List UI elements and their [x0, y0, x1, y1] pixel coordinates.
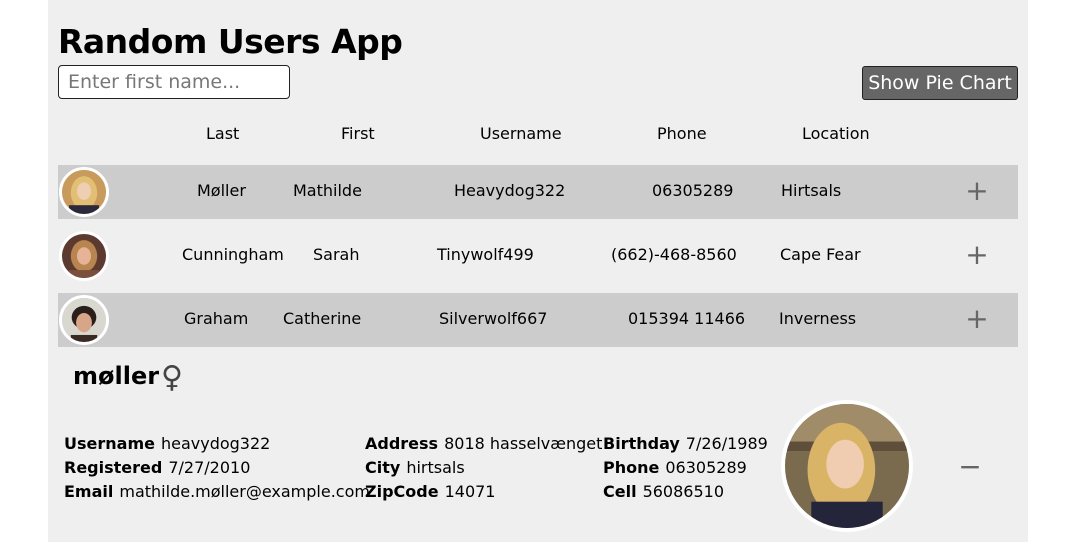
- detail-value: 56086510: [642, 482, 724, 501]
- expand-icon[interactable]: +: [962, 240, 992, 270]
- detail-birthday: Birthday 7/26/1989: [603, 434, 768, 453]
- app-panel: Random Users App Show Pie Chart Last Fir…: [48, 0, 1028, 542]
- page-title: Random Users App: [58, 22, 403, 61]
- table-row[interactable]: Cunningham Sarah Tinywolf499 (662)-468-8…: [58, 229, 1018, 283]
- detail-value: 8018 hasselvænget: [444, 434, 603, 453]
- cell-last: Cunningham: [182, 245, 284, 264]
- detail-label: Registered: [64, 458, 163, 477]
- avatar: [59, 295, 109, 345]
- detail-city: City hirtsals: [365, 458, 465, 477]
- detail-value: 14071: [444, 482, 496, 501]
- female-icon: ♀: [161, 360, 183, 395]
- detail-label: Phone: [603, 458, 660, 477]
- detail-phone: Phone 06305289: [603, 458, 747, 477]
- cell-location: Hirtsals: [781, 181, 842, 200]
- detail-name: møller: [73, 362, 160, 390]
- collapse-icon[interactable]: −: [956, 452, 984, 482]
- cell-first: Sarah: [313, 245, 360, 264]
- detail-username: Username heavydog322: [64, 434, 270, 453]
- avatar: [59, 167, 109, 217]
- avatar: [59, 231, 109, 281]
- header-location: Location: [802, 124, 870, 143]
- detail-value: 7/26/1989: [685, 434, 768, 453]
- cell-location: Cape Fear: [780, 245, 861, 264]
- cell-location: Inverness: [779, 309, 857, 328]
- table-row[interactable]: Graham Catherine Silverwolf667 015394 11…: [58, 293, 1018, 347]
- cell-username: Silverwolf667: [439, 309, 548, 328]
- header-first: First: [341, 124, 375, 143]
- detail-cell: Cell 56086510: [603, 482, 724, 501]
- detail-label: City: [365, 458, 401, 477]
- detail-zipcode: ZipCode 14071: [365, 482, 495, 501]
- cell-last: Graham: [184, 309, 249, 328]
- detail-value: 06305289: [665, 458, 747, 477]
- cell-first: Catherine: [283, 309, 362, 328]
- header-phone: Phone: [657, 124, 707, 143]
- detail-address: Address 8018 hasselvænget: [365, 434, 602, 453]
- header-username: Username: [480, 124, 562, 143]
- cell-phone: (662)-468-8560: [611, 245, 737, 264]
- cell-phone: 06305289: [652, 181, 734, 200]
- cell-username: Tinywolf499: [437, 245, 534, 264]
- detail-value: mathilde.møller@example.com: [119, 482, 370, 501]
- detail-avatar: [781, 400, 913, 532]
- cell-first: Mathilde: [293, 181, 362, 200]
- detail-value: 7/27/2010: [168, 458, 251, 477]
- cell-username: Heavydog322: [454, 181, 566, 200]
- detail-label: Email: [64, 482, 114, 501]
- cell-phone: 015394 11466: [628, 309, 746, 328]
- show-pie-chart-button[interactable]: Show Pie Chart: [862, 66, 1018, 100]
- detail-registered: Registered 7/27/2010: [64, 458, 250, 477]
- detail-label: Username: [64, 434, 155, 453]
- table-row[interactable]: Møller Mathilde Heavydog322 06305289 Hir…: [58, 165, 1018, 219]
- detail-label: Cell: [603, 482, 637, 501]
- expand-icon[interactable]: +: [962, 304, 992, 334]
- header-last: Last: [206, 124, 240, 143]
- search-input[interactable]: [58, 65, 290, 99]
- detail-value: hirtsals: [406, 458, 465, 477]
- detail-label: Birthday: [603, 434, 680, 453]
- detail-value: heavydog322: [160, 434, 271, 453]
- expand-icon[interactable]: +: [962, 176, 992, 206]
- detail-label: Address: [365, 434, 439, 453]
- cell-last: Møller: [197, 181, 246, 200]
- detail-email: Email mathilde.møller@example.com: [64, 482, 370, 501]
- detail-label: ZipCode: [365, 482, 439, 501]
